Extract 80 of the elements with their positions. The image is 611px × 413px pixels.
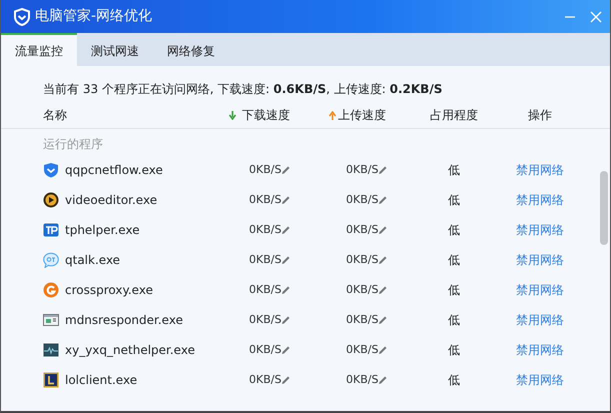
pencil-icon bbox=[378, 345, 388, 355]
download-speed: 0KB/S bbox=[249, 342, 282, 358]
process-name: xy_yxq_nethelper.exe bbox=[65, 342, 195, 359]
pencil-icon bbox=[378, 285, 388, 295]
play-icon bbox=[43, 192, 59, 208]
usage-level: 低 bbox=[448, 343, 460, 357]
process-name: mdnsresponder.exe bbox=[65, 312, 183, 329]
tab[interactable]: 网络修复 bbox=[153, 33, 229, 66]
usage-level: 低 bbox=[448, 253, 460, 267]
process-name: videoeditor.exe bbox=[65, 192, 158, 209]
upload-speed: 0KB/S bbox=[346, 252, 378, 268]
pencil-icon bbox=[378, 165, 388, 175]
tab[interactable]: 测试网速 bbox=[77, 33, 153, 66]
download-speed: 0KB/S bbox=[249, 282, 282, 298]
disable-network-link[interactable]: 禁用网络 bbox=[516, 373, 564, 387]
download-speed: 0KB/S bbox=[249, 252, 282, 268]
usage-level: 低 bbox=[448, 373, 460, 387]
pencil-icon bbox=[281, 225, 292, 235]
pencil-icon bbox=[378, 315, 388, 325]
group-label: 运行的程序 bbox=[42, 136, 104, 153]
chat-bubble-icon bbox=[43, 252, 59, 268]
process-name: crossproxy.exe bbox=[65, 282, 153, 299]
upload-speed: 0KB/S bbox=[346, 222, 378, 238]
close-icon[interactable] bbox=[590, 10, 602, 22]
download-speed: 0KB/S bbox=[249, 162, 282, 178]
pencil-icon bbox=[281, 195, 292, 205]
usage-level: 低 bbox=[448, 283, 460, 297]
pencil-icon bbox=[281, 165, 292, 175]
column-header: 名称 bbox=[43, 107, 67, 124]
waveform-icon bbox=[43, 342, 59, 358]
column-header: 上传速度 bbox=[338, 107, 386, 124]
pencil-icon bbox=[378, 255, 388, 265]
upload-speed: 0KB/S bbox=[346, 162, 378, 178]
process-name: qqpcnetflow.exe bbox=[65, 162, 163, 179]
usage-level: 低 bbox=[448, 313, 460, 327]
usage-level: 低 bbox=[448, 193, 460, 207]
column-header: 下载速度 bbox=[242, 107, 290, 124]
disable-network-link[interactable]: 禁用网络 bbox=[516, 193, 564, 207]
column-header: 操作 bbox=[528, 107, 552, 124]
download-speed: 0KB/S bbox=[249, 312, 282, 328]
down-arrow-icon bbox=[229, 110, 236, 120]
pencil-icon bbox=[378, 195, 388, 205]
upload-speed: 0KB/S bbox=[346, 372, 378, 388]
disable-network-link[interactable]: 禁用网络 bbox=[516, 253, 564, 267]
disable-network-link[interactable]: 禁用网络 bbox=[516, 283, 564, 297]
disable-network-link[interactable]: 禁用网络 bbox=[516, 163, 564, 177]
shield-icon bbox=[13, 8, 31, 26]
column-header: 占用程度 bbox=[430, 107, 478, 124]
process-name: lolclient.exe bbox=[65, 372, 138, 389]
disable-network-link[interactable]: 禁用网络 bbox=[516, 223, 564, 237]
pencil-icon bbox=[281, 255, 292, 265]
pencil-icon bbox=[281, 315, 292, 325]
swirl-icon bbox=[43, 282, 59, 298]
tab[interactable]: 流量监控 bbox=[1, 33, 77, 66]
disable-network-link[interactable]: 禁用网络 bbox=[516, 313, 564, 327]
window-icon bbox=[43, 312, 59, 328]
up-arrow-icon bbox=[329, 110, 336, 120]
pencil-icon bbox=[281, 345, 292, 355]
shield-icon bbox=[43, 162, 59, 178]
usage-level: 低 bbox=[448, 163, 460, 177]
upload-speed: 0KB/S bbox=[346, 282, 378, 298]
tp-logo-icon bbox=[43, 222, 59, 238]
download-speed: 0KB/S bbox=[249, 192, 282, 208]
pencil-icon bbox=[378, 375, 388, 385]
usage-level: 低 bbox=[448, 223, 460, 237]
disable-network-link[interactable]: 禁用网络 bbox=[516, 343, 564, 357]
letter-l-icon bbox=[43, 372, 59, 388]
upload-speed: 0KB/S bbox=[346, 342, 378, 358]
process-name: tphelper.exe bbox=[65, 222, 140, 239]
summary-text: 当前有 33 个程序正在访问网络, 下载速度: 0.6KB/S, 上传速度: 0.2KB/S bbox=[43, 82, 442, 96]
pencil-icon bbox=[281, 375, 292, 385]
process-name: qtalk.exe bbox=[65, 252, 120, 269]
download-speed: 0KB/S bbox=[249, 222, 282, 238]
download-speed: 0KB/S bbox=[249, 372, 282, 388]
upload-speed: 0KB/S bbox=[346, 192, 378, 208]
window-title: 电脑管家-网络优化 bbox=[35, 7, 152, 26]
pencil-icon bbox=[281, 285, 292, 295]
upload-speed: 0KB/S bbox=[346, 312, 378, 328]
scrollbar-thumb[interactable] bbox=[600, 171, 608, 245]
pencil-icon bbox=[378, 225, 388, 235]
